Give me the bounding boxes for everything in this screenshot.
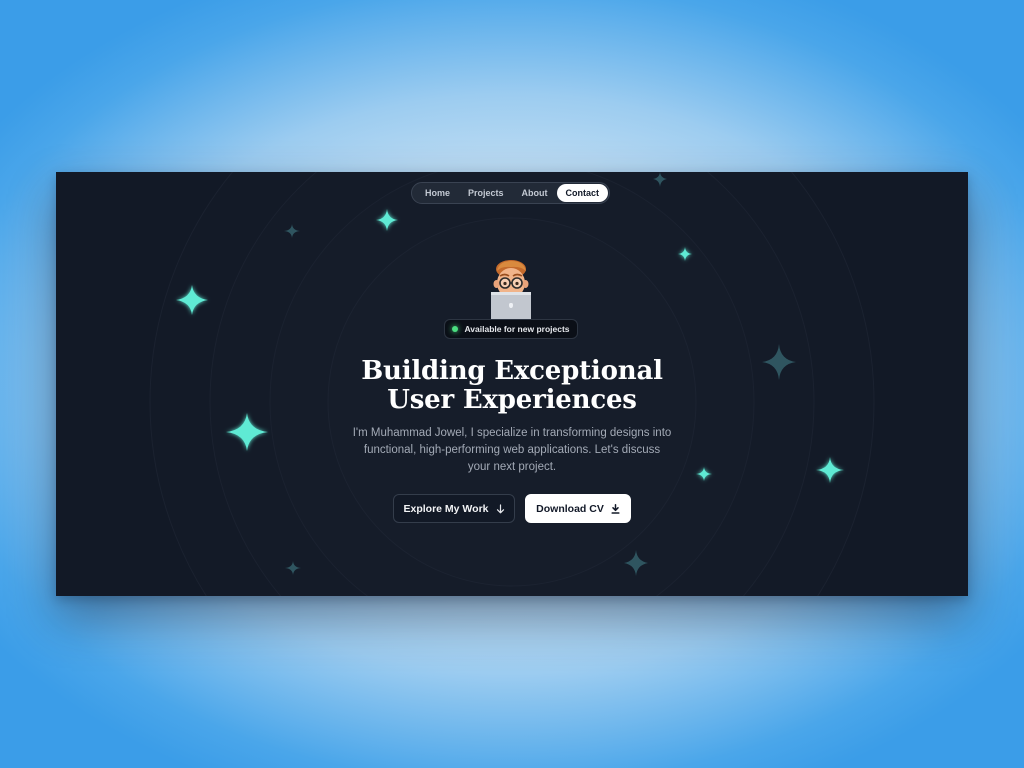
explore-button-label: Explore My Work bbox=[403, 502, 489, 515]
arrow-down-icon bbox=[496, 503, 505, 514]
explore-my-work-button[interactable]: Explore My Work bbox=[393, 494, 515, 523]
sparkle-icon bbox=[376, 209, 398, 231]
availability-badge: Available for new projects bbox=[444, 319, 578, 339]
hero-description: I'm Muhammad Jowel, I specialize in tran… bbox=[352, 427, 672, 473]
status-dot-icon bbox=[452, 326, 459, 332]
sparkle-icon bbox=[284, 224, 300, 238]
download-icon bbox=[611, 503, 620, 514]
nav-item-home[interactable]: Home bbox=[416, 184, 459, 202]
hero-title-line-1: Building Exceptional bbox=[361, 356, 663, 386]
sparkle-icon bbox=[816, 457, 844, 483]
browser-viewport: Home Projects About Contact Available fo… bbox=[56, 172, 968, 596]
sparkle-icon bbox=[624, 550, 648, 576]
sparkle-icon bbox=[762, 344, 796, 380]
sparkle-icon bbox=[226, 413, 268, 451]
download-cv-button[interactable]: Download CV bbox=[525, 494, 631, 523]
nav-item-about[interactable]: About bbox=[513, 184, 557, 202]
memoji-avatar-icon bbox=[488, 259, 534, 321]
sparkle-icon bbox=[653, 172, 667, 187]
nav-item-projects[interactable]: Projects bbox=[459, 184, 513, 202]
hero-title: Building Exceptional User Experiences bbox=[312, 357, 712, 415]
sparkle-icon bbox=[696, 467, 712, 481]
hero-title-line-2: User Experiences bbox=[387, 385, 637, 415]
sparkle-icon bbox=[176, 285, 208, 315]
nav-item-contact[interactable]: Contact bbox=[556, 184, 609, 202]
sparkle-icon bbox=[285, 561, 301, 575]
download-button-label: Download CV bbox=[536, 502, 604, 515]
sparkle-icon bbox=[678, 247, 692, 261]
availability-text: Available for new projects bbox=[464, 324, 570, 334]
top-navigation: Home Projects About Contact bbox=[411, 182, 610, 204]
